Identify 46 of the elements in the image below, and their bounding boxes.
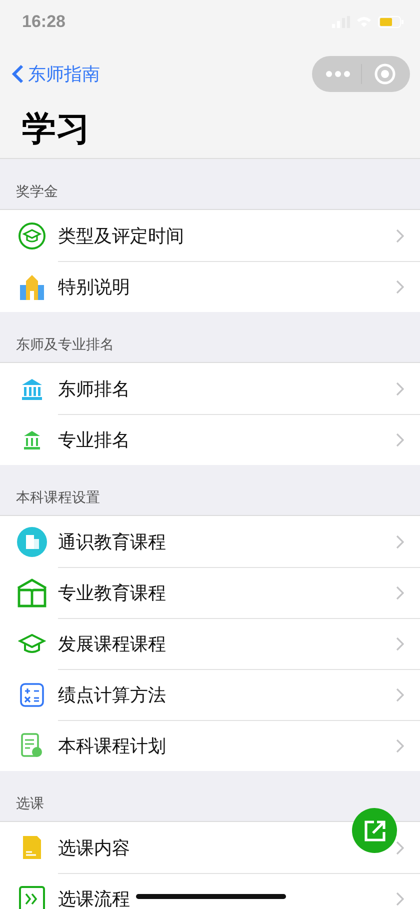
page-title: 学习 <box>0 104 420 159</box>
battery-icon <box>378 16 404 28</box>
list-item[interactable]: 本科课程计划 <box>0 720 420 771</box>
list-item[interactable]: 选课流程 <box>0 873 420 909</box>
list-item[interactable]: 特别说明 <box>0 261 420 312</box>
section-header: 选课 <box>16 795 44 813</box>
office-building-icon <box>17 526 47 556</box>
bank-icon <box>23 430 41 450</box>
list-item[interactable]: 选课内容 <box>0 822 420 873</box>
list-item[interactable]: 绩点计算方法 <box>0 669 420 720</box>
chevron-icon <box>396 534 404 548</box>
chevron-icon <box>396 636 404 650</box>
book-icon <box>16 578 48 608</box>
graduation-cap-icon <box>18 632 46 654</box>
list-item[interactable]: 专业教育课程 <box>0 567 420 618</box>
chevron-icon <box>396 892 404 906</box>
section-header: 奖学金 <box>16 183 58 201</box>
section-header: 东师及专业排名 <box>16 336 114 354</box>
close-icon[interactable] <box>374 63 396 85</box>
note-icon <box>20 834 44 860</box>
chevron-icon <box>396 432 404 446</box>
section-header: 本科课程设置 <box>16 489 100 507</box>
chevron-icon <box>396 382 404 396</box>
list-item[interactable]: 发展课程课程 <box>0 618 420 669</box>
chevron-icon <box>396 586 404 600</box>
more-icon[interactable] <box>326 70 350 78</box>
status-time: 16:28 <box>22 12 66 32</box>
chevron-icon <box>396 840 404 854</box>
calculator-icon <box>20 682 44 706</box>
chevron-icon <box>396 738 404 752</box>
building-icon <box>19 272 45 300</box>
share-button[interactable] <box>352 808 397 853</box>
list-item[interactable]: 类型及评定时间 <box>0 210 420 261</box>
double-arrow-icon <box>19 886 45 909</box>
chevron-icon <box>396 228 404 242</box>
graduation-cap-icon <box>18 222 46 250</box>
document-icon <box>20 732 44 758</box>
bank-icon <box>20 376 44 400</box>
back-chevron-icon <box>12 64 24 84</box>
chevron-icon <box>396 280 404 294</box>
list-item[interactable]: 东师排名 <box>0 363 420 414</box>
chevron-icon <box>396 688 404 702</box>
back-button[interactable]: 东师指南 <box>12 62 100 86</box>
share-icon <box>362 818 386 842</box>
list-item[interactable]: 专业排名 <box>0 414 420 465</box>
list-item[interactable]: 通识教育课程 <box>0 516 420 567</box>
